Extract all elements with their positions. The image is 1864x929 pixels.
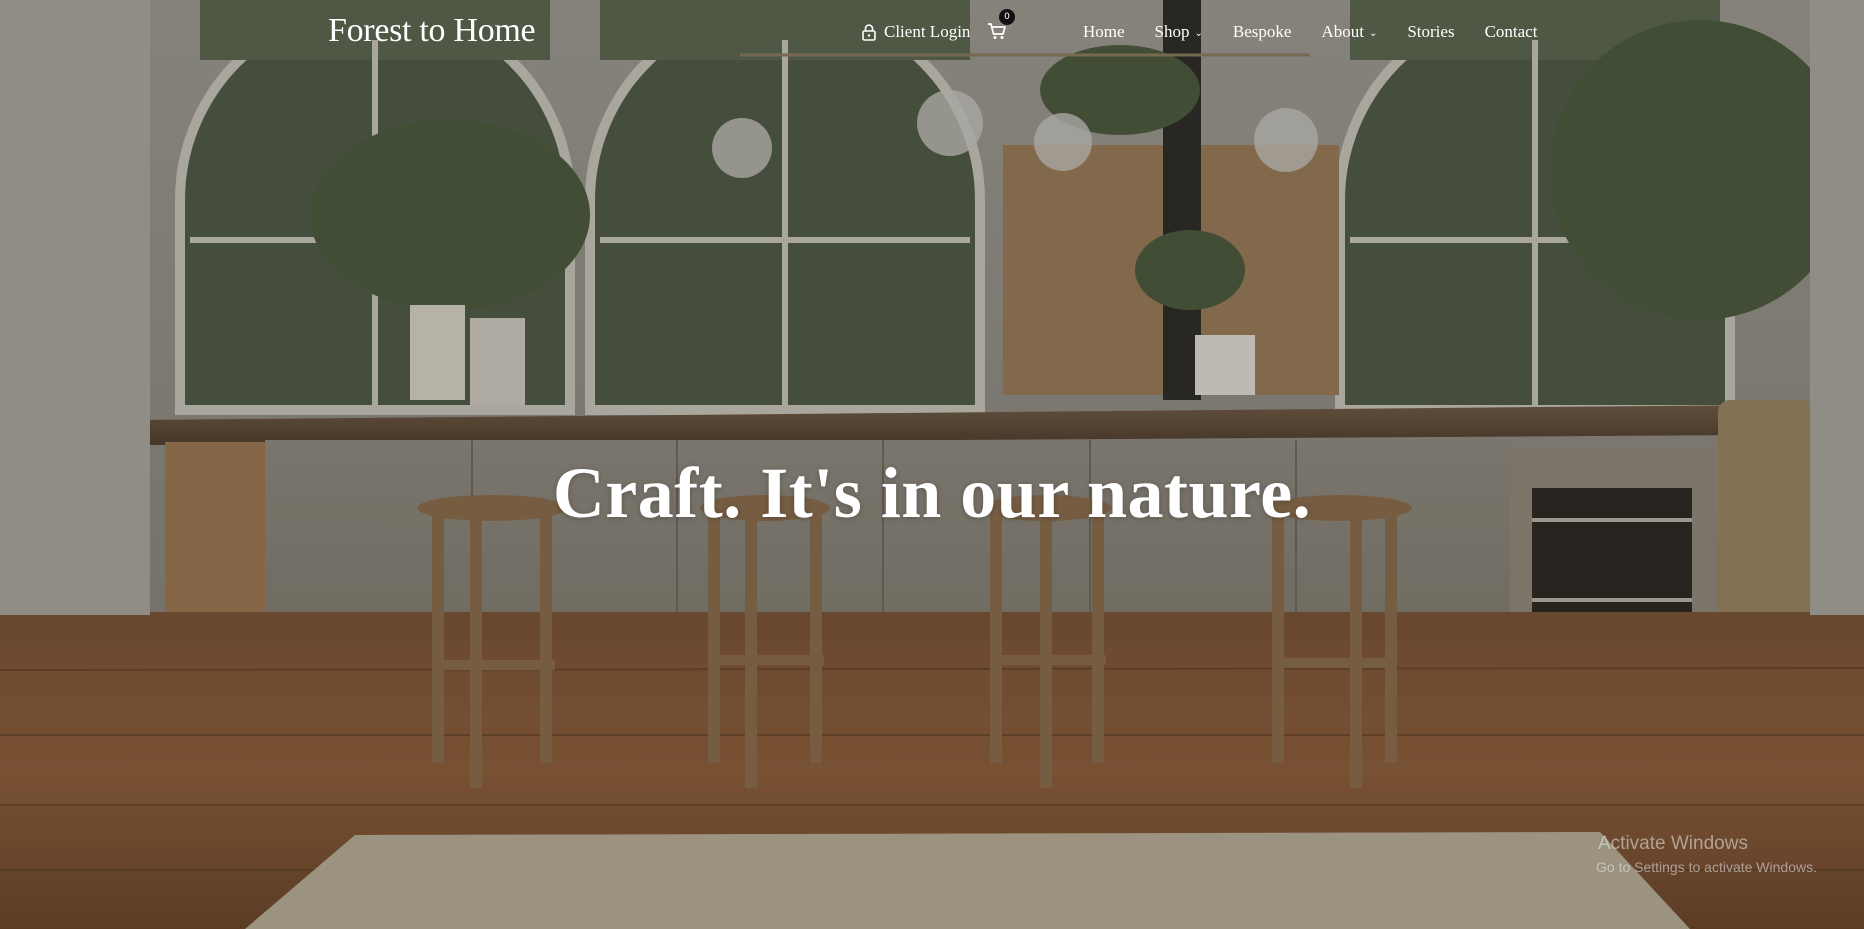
nav-item-label: Home [1083,22,1125,41]
chevron-down-icon: ⌄ [1368,27,1378,39]
client-login-label: Client Login [884,22,971,41]
nav-item-label: About [1321,22,1364,41]
main-nav: Home Shop ⌄ Bespoke About ⌄ Stories Cont… [1083,22,1537,42]
cart-button[interactable]: 0 [987,9,1015,44]
nav-item-shop[interactable]: Shop ⌄ [1155,22,1203,42]
cart-count-badge: 0 [999,9,1015,25]
client-login-link[interactable]: Client Login [862,22,970,42]
nav-item-label: Stories [1407,22,1455,41]
activation-title: Activate Windows [1598,833,1748,854]
windows-activation-watermark: Activate Windows Go to Settings to activ… [1596,833,1817,875]
nav-item-label: Bespoke [1232,22,1292,41]
nav-item-home[interactable]: Home [1083,22,1125,42]
site-logo[interactable]: Forest to Home [328,12,536,50]
nav-item-about[interactable]: About ⌄ [1321,22,1377,42]
hero-headline: Craft. It's in our nature. [552,453,1312,533]
nav-item-stories[interactable]: Stories [1407,22,1454,42]
chevron-down-icon: ⌄ [1194,27,1203,39]
lock-icon [862,23,876,41]
nav-item-label: Shop [1154,22,1190,41]
activation-subtitle: Go to Settings to activate Windows. [1596,859,1817,875]
nav-item-bespoke[interactable]: Bespoke [1233,22,1292,42]
nav-item-contact[interactable]: Contact [1485,22,1538,42]
site-header: Forest to Home Client Login 0 Home Shop … [0,0,1864,70]
nav-item-label: Contact [1484,22,1538,41]
